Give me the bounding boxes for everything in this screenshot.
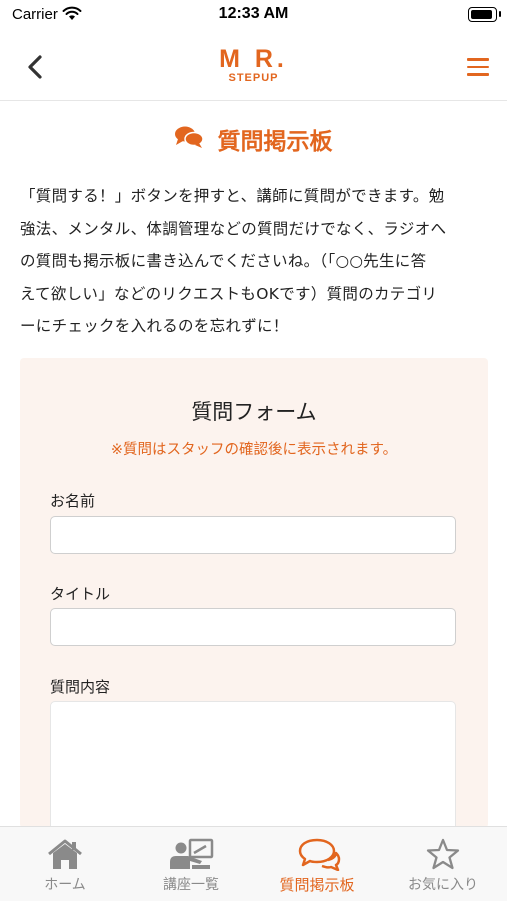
intro-text: 「質問する！」ボタンを押すと、講師に質問ができます。勉 強法、メンタル、体調管理… [20,180,488,343]
logo-main: M R. [219,45,288,73]
status-bar: Carrier 12:33 AM [0,0,507,34]
title-field[interactable] [50,608,456,646]
tab-board-label: 質問掲示板 [279,876,355,894]
tab-favorites[interactable]: お気に入り [380,827,506,901]
lecture-icon [128,837,254,871]
battery-icon [468,7,501,22]
chat-icon [254,837,380,872]
form-title: 質問フォーム [191,400,317,424]
tab-home-label: ホーム [44,877,86,893]
content-textarea[interactable] [50,701,456,831]
logo[interactable]: M R. STEPUP [0,46,507,84]
menu-line-icon [467,65,489,68]
tab-home[interactable]: ホーム [2,827,128,901]
status-time: 12:33 AM [218,5,289,22]
content-label: 質問内容 [50,678,111,696]
page-title-text: 質問掲示板 [217,129,333,155]
intro-line: 「質問する！」ボタンを押すと、講師に質問ができます。勉 [20,187,445,205]
tab-favorites-label: お気に入り [408,877,478,893]
page-title: 質問掲示板 [0,122,507,156]
intro-line: 強法、メンタル、体調管理などの質問だけでなく、ラジオへ [20,219,447,238]
title-label: タイトル [50,585,111,603]
menu-line-icon [467,58,489,61]
nav-header: M R. STEPUP [0,34,507,101]
name-label: お名前 [50,492,96,510]
intro-line: の質問も掲示板に書き込んでくださいね。（「○○先生に答 [20,252,427,270]
hamburger-menu-button[interactable] [467,58,489,76]
star-icon [380,837,506,871]
logo-sub: STEPUP [228,72,279,84]
form-note: ※質問はスタッフの確認後に表示されます。 [110,442,398,458]
question-form: 質問フォーム ※質問はスタッフの確認後に表示されます。 お名前 タイトル 質問内… [20,358,488,831]
intro-line: ーにチェックを入れるのを忘れずに！ [20,317,289,335]
menu-line-icon [467,73,489,76]
tab-board[interactable]: 質問掲示板 [254,827,380,901]
tab-lectures-label: 講座一覧 [163,877,219,893]
home-icon [2,837,128,871]
tab-lectures[interactable]: 講座一覧 [128,827,254,901]
chat-icon [174,125,205,153]
intro-line: えて欲しい」などのリクエストもOKです）質問のカテゴリ [20,284,438,303]
name-field[interactable] [50,516,456,554]
tab-bar: ホーム 講座一覧 質問掲示板 お気に入り [0,826,507,901]
